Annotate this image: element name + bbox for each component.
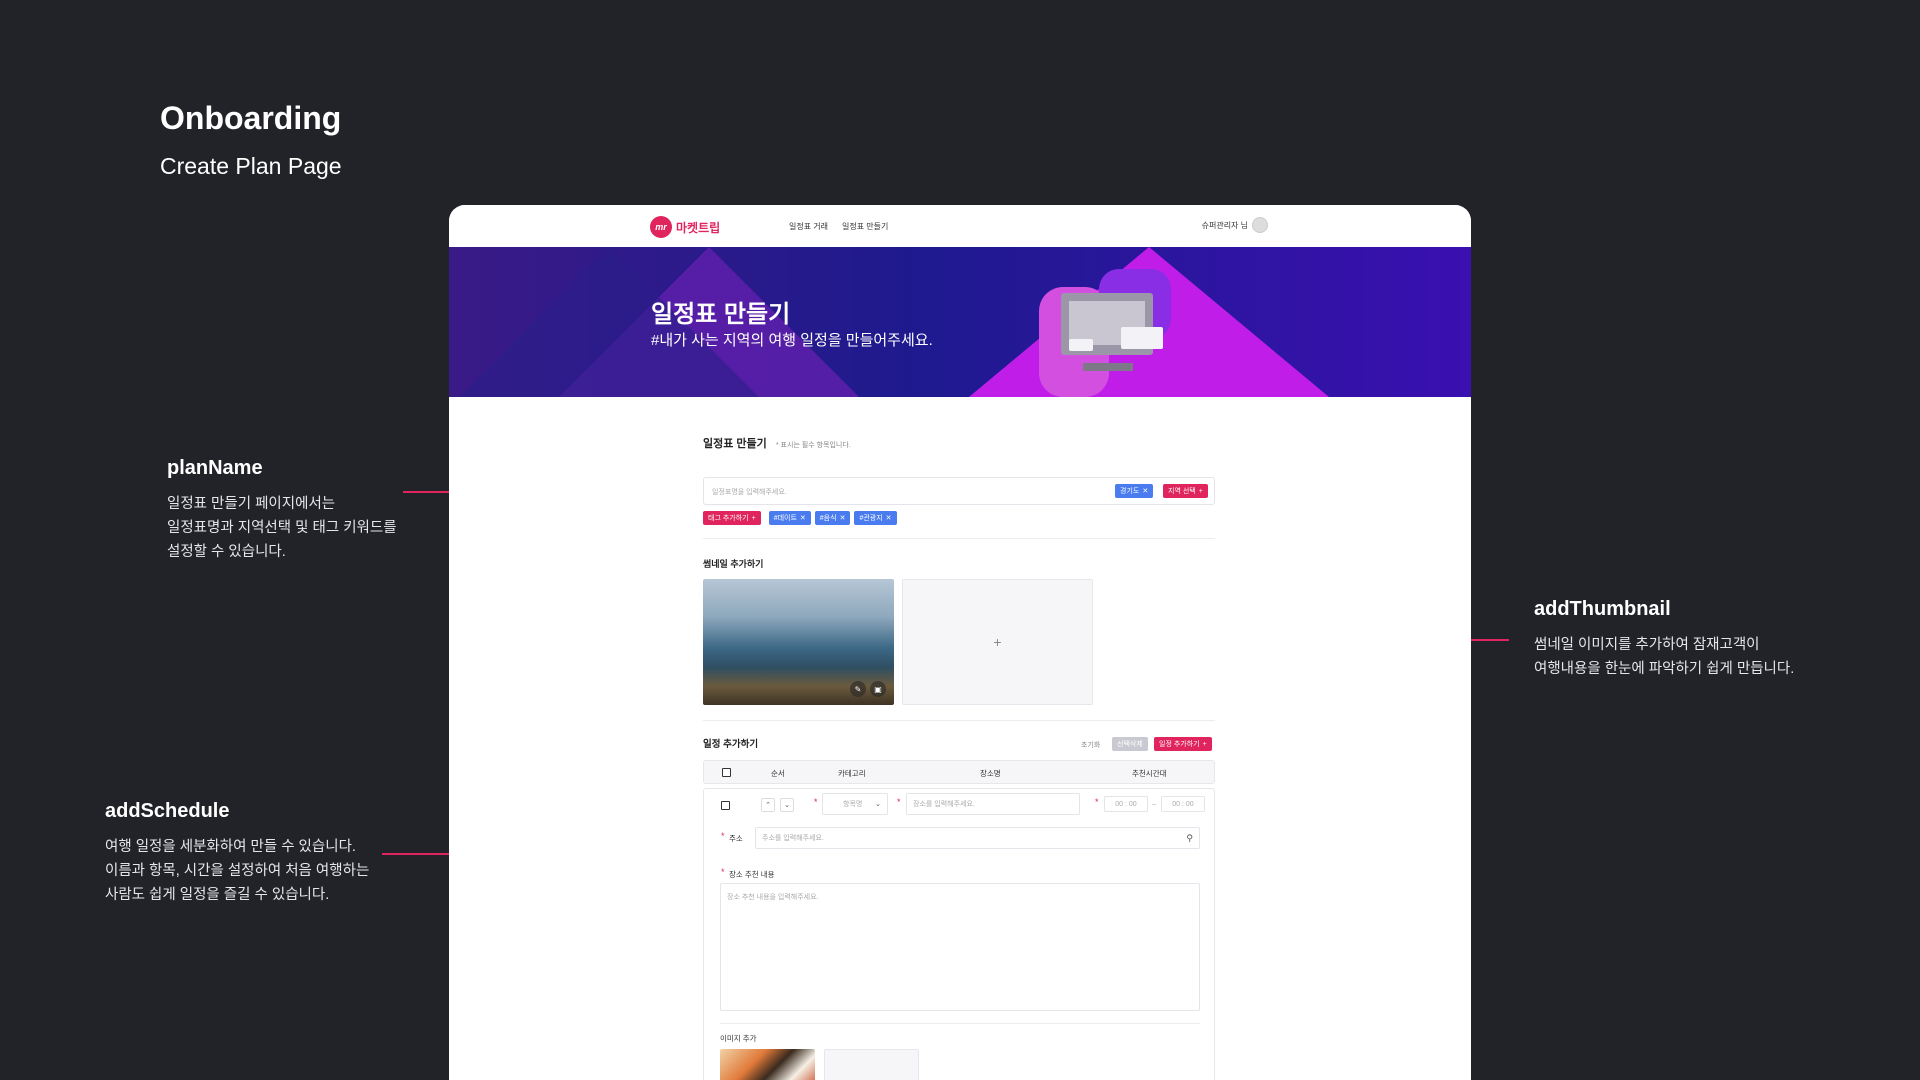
schedule-image-add-button[interactable] — [824, 1049, 919, 1080]
user-menu[interactable]: 슈퍼관리자 님 — [1202, 217, 1268, 233]
plus-icon: + — [751, 514, 756, 522]
required-note: * 표시는 필수 항목입니다. — [775, 442, 851, 449]
page-subtitle: Create Plan Page — [160, 153, 342, 179]
delete-selected-label: 선택삭제 — [1117, 741, 1143, 748]
nav-link-create-plan[interactable]: 일정표 만들기 — [842, 221, 888, 232]
logo-badge-icon: mr — [650, 216, 672, 238]
plus-icon: + — [1198, 487, 1203, 495]
select-all-checkbox[interactable] — [722, 768, 731, 777]
thumbnail-title: 썸네일 추가하기 — [703, 559, 764, 569]
address-input[interactable]: 주소를 입력해주세요. ⚲ — [755, 827, 1200, 849]
description-placeholder: 장소 추천 내용을 입력해주세요. — [727, 894, 819, 901]
time-separator: ~ — [1152, 800, 1157, 809]
region-chip[interactable]: 경기도 ✕ — [1115, 484, 1154, 498]
region-select-label: 지역 선택 — [1168, 488, 1196, 495]
close-icon[interactable]: ✕ — [800, 514, 806, 522]
annotation-plan-name-desc: 일정표 만들기 페이지에서는 일정표명과 지역선택 및 태그 키워드를 설정할 … — [167, 496, 397, 560]
app-mockup-frame: mr 마켓트립 일정표 거래 일정표 만들기 슈퍼관리자 님 일정표 만들기 #… — [449, 205, 1471, 1080]
place-name-input[interactable]: 장소를 입력해주세요. — [906, 793, 1080, 815]
category-select[interactable]: 항목명 ⌄ — [822, 793, 888, 815]
chevron-down-icon[interactable]: ⌄ — [780, 798, 794, 812]
address-placeholder: 주소를 입력해주세요. — [762, 835, 824, 842]
page-title: Onboarding — [160, 100, 342, 136]
top-nav: mr 마켓트립 일정표 거래 일정표 만들기 슈퍼관리자 님 — [449, 205, 1471, 247]
column-header: 추천시간대 — [1132, 769, 1167, 778]
description-textarea[interactable]: 장소 추천 내용을 입력해주세요. — [720, 883, 1200, 1011]
close-icon[interactable]: ✕ — [886, 514, 892, 522]
annotation-plan-name-title: planName — [167, 457, 263, 479]
annotation-add-schedule-desc: 여행 일정을 세분화하여 만들 수 있습니다. 이름과 항목, 시간을 설정하여… — [105, 839, 370, 903]
end-time-value: 00 : 00 — [1172, 800, 1194, 808]
start-time-value: 00 : 00 — [1115, 800, 1137, 808]
required-star: * — [721, 867, 725, 877]
annotation-add-thumbnail: addThumbnail 썸네일 이미지를 추가하여 잠재고객이 여행내용을 한… — [1534, 598, 1794, 681]
place-name-placeholder: 장소를 입력해주세요. — [913, 801, 975, 808]
nav-link-plan-trade[interactable]: 일정표 거래 — [789, 221, 828, 232]
plan-form-title: 일정표 만들기 * 표시는 필수 항목입니다. — [703, 435, 851, 451]
close-icon[interactable]: ✕ — [840, 514, 846, 522]
end-time-input[interactable]: 00 : 00 — [1161, 796, 1205, 812]
annotation-add-schedule-title: addSchedule — [105, 800, 230, 822]
hero-illustration — [1039, 265, 1179, 397]
image-add-label: 이미지 추가 — [720, 1034, 757, 1043]
trash-icon[interactable]: ▣ — [870, 681, 886, 697]
search-icon[interactable]: ⚲ — [1186, 833, 1193, 844]
schedule-image[interactable] — [720, 1049, 815, 1080]
add-tag-button[interactable]: 태그 추가하기 + — [703, 511, 761, 525]
annotation-add-schedule: addSchedule 여행 일정을 세분화하여 만들 수 있습니다. 이름과 … — [105, 800, 369, 907]
add-schedule-label: 일정 추가하기 — [1159, 741, 1200, 748]
plan-name-input[interactable]: 일정표명을 입력해주세요. 경기도 ✕ 지역 선택 + — [703, 477, 1215, 505]
edit-icon[interactable]: ✎ — [850, 681, 866, 697]
tag-row: 태그 추가하기 + #데이트 ✕ #음식 ✕ #관광지 ✕ — [703, 511, 897, 525]
address-label: 주소 — [729, 834, 743, 843]
hero-title: 일정표 만들기 — [651, 301, 791, 328]
tag-chip-label: #음식 — [819, 515, 837, 522]
hero-banner: 일정표 만들기 #내가 사는 지역의 여행 일정을 만들어주세요. — [449, 247, 1471, 397]
required-star: * — [1095, 797, 1099, 807]
plan-form-title-text: 일정표 만들기 — [703, 438, 767, 450]
tag-chip[interactable]: #관광지 ✕ — [854, 511, 897, 525]
divider — [703, 720, 1215, 721]
start-time-input[interactable]: 00 : 00 — [1104, 796, 1148, 812]
description-label: 장소 추천 내용 — [729, 870, 775, 879]
category-placeholder: 항목명 — [843, 801, 863, 808]
plan-name-placeholder: 일정표명을 입력해주세요. — [712, 489, 787, 496]
column-header: 순서 — [771, 769, 785, 778]
logo[interactable]: mr 마켓트립 — [650, 216, 720, 238]
thumbnail-add-button[interactable]: + — [902, 579, 1093, 705]
column-header: 장소명 — [980, 769, 1001, 778]
reset-button[interactable]: 초기화 — [1081, 740, 1100, 750]
logo-text: 마켓트립 — [676, 220, 721, 235]
divider — [703, 538, 1215, 539]
tag-chip[interactable]: #데이트 ✕ — [768, 511, 811, 525]
chevron-down-icon: ⌄ — [875, 801, 881, 808]
plus-icon: + — [1202, 740, 1207, 748]
region-select-button[interactable]: 지역 선택 + — [1163, 484, 1208, 498]
user-name: 슈퍼관리자 님 — [1201, 220, 1248, 230]
schedule-title: 일정 추가하기 — [703, 739, 759, 750]
hero-subtitle: #내가 사는 지역의 여행 일정을 만들어주세요. — [651, 332, 933, 349]
tag-chip[interactable]: #음식 ✕ — [814, 511, 851, 525]
annotation-add-thumbnail-title: addThumbnail — [1534, 598, 1671, 620]
column-header: 카테고리 — [838, 769, 866, 778]
annotation-add-thumbnail-desc: 썸네일 이미지를 추가하여 잠재고객이 여행내용을 한눈에 파악하기 쉽게 만듭… — [1534, 637, 1795, 677]
row-checkbox[interactable] — [721, 801, 730, 810]
thumbnail-image[interactable]: ✎ ▣ — [703, 579, 894, 705]
delete-selected-button[interactable]: 선택삭제 — [1112, 737, 1148, 751]
chevron-up-icon[interactable]: ⌃ — [761, 798, 775, 812]
divider — [720, 1023, 1200, 1024]
add-schedule-button[interactable]: 일정 추가하기 + — [1154, 737, 1212, 751]
add-tag-label: 태그 추가하기 — [708, 515, 749, 522]
annotation-plan-name: planName 일정표 만들기 페이지에서는 일정표명과 지역선택 및 태그 … — [167, 457, 397, 564]
tag-chip-label: #관광지 — [859, 515, 883, 522]
required-star: * — [814, 797, 818, 807]
avatar — [1252, 217, 1268, 233]
schedule-table-header: 순서 카테고리 장소명 추천시간대 — [703, 760, 1215, 784]
schedule-row: ⌃ ⌄ * 항목명 ⌄ * 장소를 입력해주세요. * 00 : 00 ~ 00… — [703, 788, 1215, 1080]
close-icon[interactable]: ✕ — [1142, 487, 1148, 495]
required-star: * — [721, 831, 725, 841]
required-star: * — [897, 797, 901, 807]
tag-chip-label: #데이트 — [773, 515, 797, 522]
region-chip-label: 경기도 — [1120, 488, 1140, 495]
